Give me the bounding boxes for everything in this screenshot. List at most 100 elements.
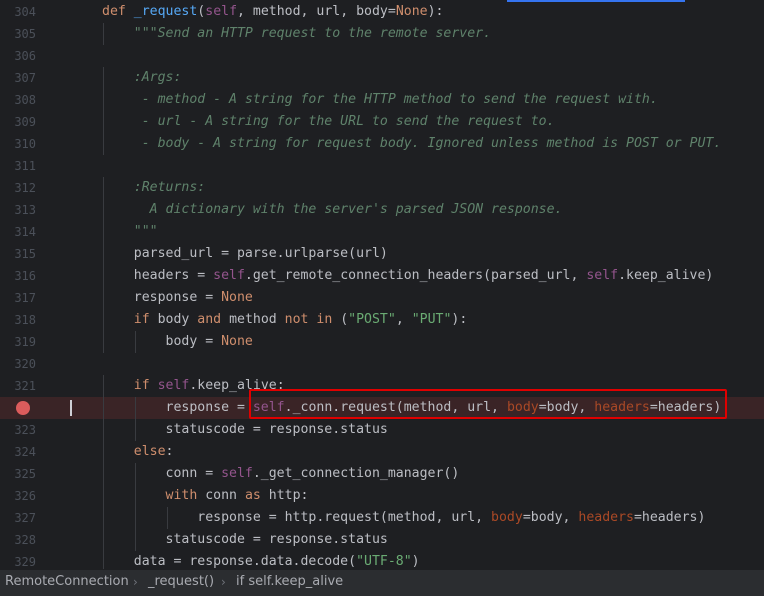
code-token: :Returns:: [102, 180, 206, 195]
code-editor[interactable]: 304 def _request(self, method, url, body=…: [0, 0, 764, 569]
code-token: conn: [205, 488, 245, 503]
breadcrumb-class[interactable]: RemoteConnection: [5, 571, 129, 593]
code-token: """Send an HTTP request to the remote se…: [102, 26, 492, 41]
code-line[interactable]: 318 if body and method not in ("POST", "…: [0, 309, 764, 331]
code-line[interactable]: 310 - body - A string for request body. …: [0, 133, 764, 155]
line-number[interactable]: 307: [0, 67, 36, 89]
code-text[interactable]: if body and method not in ("POST", "PUT"…: [102, 309, 468, 331]
breadcrumb-method[interactable]: _request(): [148, 571, 214, 593]
line-number[interactable]: 305: [0, 23, 36, 45]
code-text[interactable]: parsed_url = parse.urlparse(url): [102, 243, 388, 265]
code-line[interactable]: 315 parsed_url = parse.urlparse(url): [0, 243, 764, 265]
code-token: A dictionary with the server's parsed JS…: [102, 202, 563, 217]
code-token: statuscode = response.status: [102, 422, 388, 437]
code-token: else: [133, 444, 166, 459]
line-number[interactable]: 314: [0, 221, 36, 243]
code-line[interactable]: 327 response = http.request(method, url,…: [0, 507, 764, 529]
code-token: .get_remote_connection_headers(parsed_ur…: [244, 268, 587, 283]
code-token: :Args:: [102, 70, 182, 85]
code-text[interactable]: - url - A string for the URL to send the…: [102, 111, 555, 133]
line-number[interactable]: 324: [0, 441, 36, 463]
code-line[interactable]: 317 response = None: [0, 287, 764, 309]
code-token: ): [411, 554, 420, 569]
code-token: data = response.data.decode(: [102, 554, 357, 569]
code-line[interactable]: 308 - method - A string for the HTTP met…: [0, 89, 764, 111]
line-number[interactable]: 317: [0, 287, 36, 309]
line-number[interactable]: 306: [0, 45, 36, 67]
code-token: ):: [451, 312, 468, 327]
code-text[interactable]: :Args:: [102, 67, 182, 89]
line-number[interactable]: 327: [0, 507, 36, 529]
code-line[interactable]: 326 with conn as http:: [0, 485, 764, 507]
code-text[interactable]: """Send an HTTP request to the remote se…: [102, 23, 491, 45]
breakpoint-icon[interactable]: [16, 401, 30, 415]
line-number[interactable]: 320: [0, 353, 36, 375]
highlight-annotation-box: [249, 389, 727, 419]
line-number[interactable]: 328: [0, 529, 36, 551]
code-text[interactable]: :Returns:: [102, 177, 205, 199]
code-token: - body - A string for request body. Igno…: [102, 136, 722, 151]
code-line[interactable]: 312 :Returns:: [0, 177, 764, 199]
code-text[interactable]: headers = self.get_remote_connection_hea…: [102, 265, 714, 287]
code-token: if: [133, 378, 158, 393]
code-token: None: [221, 290, 253, 305]
line-number[interactable]: 312: [0, 177, 36, 199]
line-number[interactable]: 329: [0, 551, 36, 569]
code-text[interactable]: body = None: [102, 331, 253, 353]
code-text[interactable]: response = None: [102, 287, 253, 309]
code-text[interactable]: with conn as http:: [102, 485, 309, 507]
code-line[interactable]: 324 else:: [0, 441, 764, 463]
code-text[interactable]: else:: [102, 441, 174, 463]
line-number[interactable]: 325: [0, 463, 36, 485]
code-line[interactable]: 320: [0, 353, 764, 375]
code-line[interactable]: 309 - url - A string for the URL to send…: [0, 111, 764, 133]
code-line[interactable]: 325 conn = self._get_connection_manager(…: [0, 463, 764, 485]
code-line[interactable]: 304 def _request(self, method, url, body=…: [0, 1, 764, 23]
code-text[interactable]: def _request(self, method, url, body=Non…: [102, 1, 443, 23]
code-line[interactable]: 305 """Send an HTTP request to the remot…: [0, 23, 764, 45]
code-line[interactable]: 329 data = response.data.decode("UTF-8"): [0, 551, 764, 569]
code-text[interactable]: conn = self._get_connection_manager(): [102, 463, 460, 485]
code-text[interactable]: - body - A string for request body. Igno…: [102, 133, 722, 155]
line-number[interactable]: 318: [0, 309, 36, 331]
line-number[interactable]: 323: [0, 419, 36, 441]
code-line[interactable]: 319 body = None: [0, 331, 764, 353]
line-number[interactable]: 308: [0, 89, 36, 111]
code-text[interactable]: statuscode = response.status: [102, 419, 388, 441]
breadcrumb-block[interactable]: if self.keep_alive: [236, 571, 343, 593]
code-text[interactable]: - method - A string for the HTTP method …: [102, 89, 658, 111]
code-line[interactable]: 314 """: [0, 221, 764, 243]
line-number[interactable]: 326: [0, 485, 36, 507]
code-text[interactable]: A dictionary with the server's parsed JS…: [102, 199, 563, 221]
code-line[interactable]: 307 :Args:: [0, 67, 764, 89]
code-token: ,: [395, 312, 412, 327]
code-text[interactable]: data = response.data.decode("UTF-8"): [102, 551, 420, 569]
line-number[interactable]: 313: [0, 199, 36, 221]
code-text[interactable]: statuscode = response.status: [102, 529, 388, 551]
code-token: def: [102, 4, 134, 19]
line-number[interactable]: 304: [0, 1, 36, 23]
code-line[interactable]: 306: [0, 45, 764, 67]
code-line[interactable]: 313 A dictionary with the server's parse…: [0, 199, 764, 221]
code-token: ):: [427, 4, 444, 19]
code-token: "PUT": [411, 312, 452, 327]
code-line[interactable]: 328 statuscode = response.status: [0, 529, 764, 551]
line-number[interactable]: 309: [0, 111, 36, 133]
code-text[interactable]: """: [102, 221, 158, 243]
line-number[interactable]: 321: [0, 375, 36, 397]
line-number[interactable]: 311: [0, 155, 36, 177]
code-line[interactable]: 311: [0, 155, 764, 177]
line-number[interactable]: 315: [0, 243, 36, 265]
code-token: as: [244, 488, 269, 503]
line-number[interactable]: 316: [0, 265, 36, 287]
line-number[interactable]: 310: [0, 133, 36, 155]
code-text[interactable]: response = http.request(method, url, bod…: [102, 507, 705, 529]
code-token: "POST": [348, 312, 396, 327]
code-line[interactable]: 323 statuscode = response.status: [0, 419, 764, 441]
line-number[interactable]: 319: [0, 331, 36, 353]
code-token: method: [229, 312, 285, 327]
code-line[interactable]: 316 headers = self.get_remote_connection…: [0, 265, 764, 287]
code-token: conn =: [102, 466, 222, 481]
